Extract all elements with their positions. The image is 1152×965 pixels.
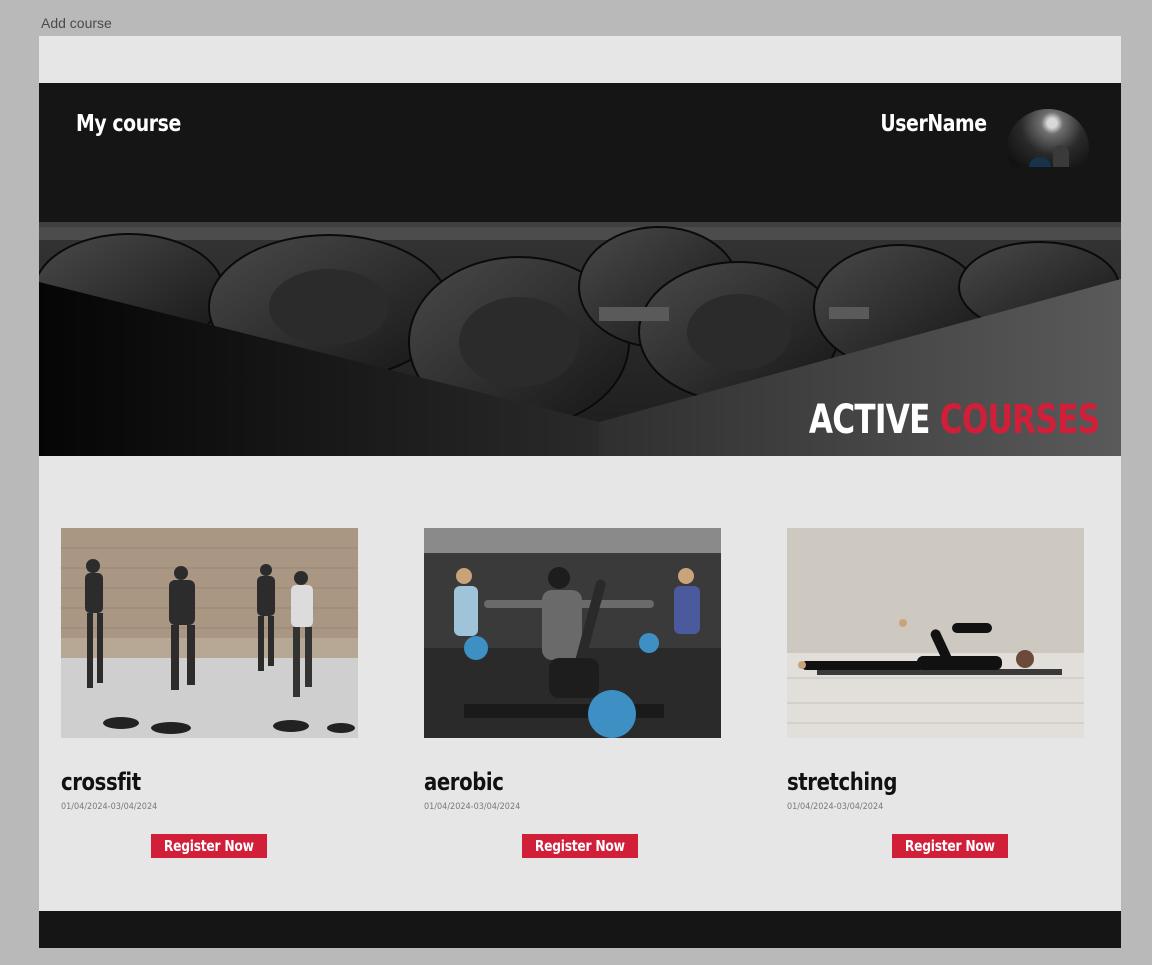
page-footer [39, 911, 1121, 948]
register-button-label: Register Now [164, 837, 254, 855]
course-card-crossfit: crossfit 01/04/2024-03/04/2024 Register … [61, 528, 359, 858]
register-button-label: Register Now [905, 837, 995, 855]
frame-label: Add course [41, 15, 112, 31]
course-card-aerobic: aerobic 01/04/2024-03/04/2024 Register N… [424, 528, 722, 858]
course-card-stretching: stretching 01/04/2024-03/04/2024 Registe… [787, 528, 1085, 858]
course-name: crossfit [61, 768, 141, 796]
page-canvas: My course UserName ACTIVE COURSES crossf… [39, 36, 1121, 948]
top-navbar: My course UserName [39, 83, 1121, 187]
username-label[interactable]: UserName [881, 111, 988, 137]
register-button-stretching[interactable]: Register Now [892, 834, 1008, 858]
course-name: stretching [787, 768, 898, 796]
aerobic-photo [424, 528, 721, 738]
crossfit-photo [61, 528, 358, 738]
stretching-photo [787, 528, 1084, 738]
hero-title: ACTIVE COURSES [808, 397, 1100, 443]
hero-title-white: ACTIVE [808, 397, 930, 443]
brand-title[interactable]: My course [76, 111, 181, 137]
hero-title-red: COURSES [939, 397, 1099, 443]
register-button-crossfit[interactable]: Register Now [151, 834, 267, 858]
register-button-label: Register Now [535, 837, 625, 855]
register-button-aerobic[interactable]: Register Now [522, 834, 638, 858]
course-dates: 01/04/2024-03/04/2024 [424, 802, 521, 812]
course-dates: 01/04/2024-03/04/2024 [61, 802, 158, 812]
course-name: aerobic [424, 768, 504, 796]
hero-banner: ACTIVE COURSES [39, 167, 1121, 456]
course-dates: 01/04/2024-03/04/2024 [787, 802, 884, 812]
